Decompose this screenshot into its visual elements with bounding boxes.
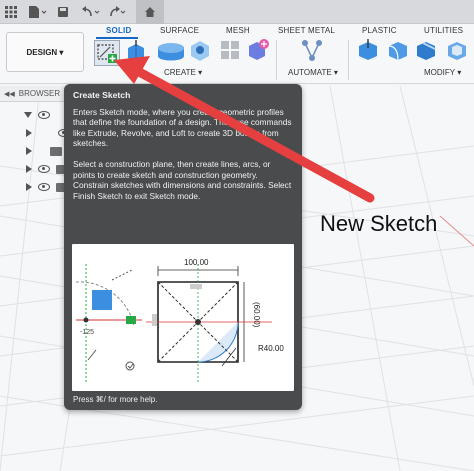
new-sketch-annotation: New Sketch xyxy=(320,211,438,236)
